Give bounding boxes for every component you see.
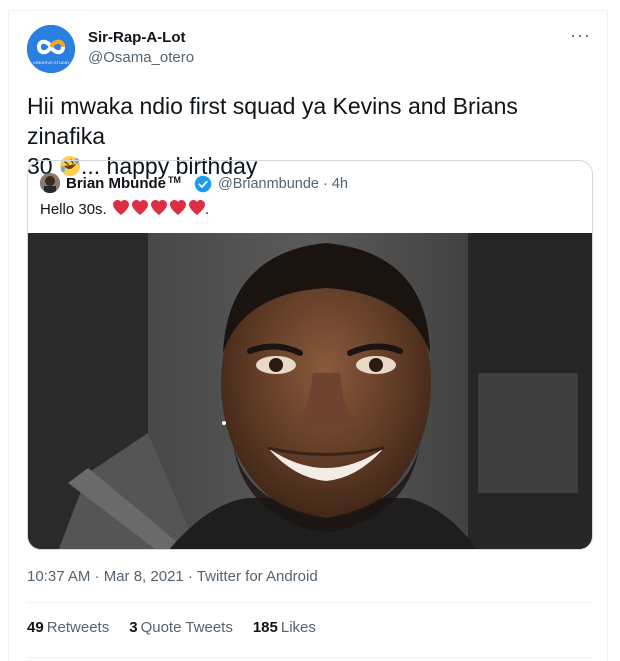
quoted-author-avatar[interactable] bbox=[40, 173, 60, 193]
tweet-card: CREATIVE STUDIO Sir-Rap-A-Lot @Osama_ote… bbox=[8, 10, 608, 661]
verified-badge-icon bbox=[194, 175, 212, 193]
likes-count: 185 bbox=[252, 619, 278, 636]
tweet-text-line1: Hii mwaka ndio first squad ya Kevins and… bbox=[27, 93, 518, 149]
retweets-stat[interactable]: 49 Retweets bbox=[27, 619, 109, 636]
author-handle[interactable]: @Osama_otero bbox=[88, 49, 194, 66]
quoted-author-name-text: Brian Mbunde bbox=[66, 175, 166, 192]
author-avatar[interactable]: CREATIVE STUDIO bbox=[27, 25, 75, 73]
tweet-stats: 49 Retweets 3 Quote Tweets 185 Likes bbox=[27, 619, 316, 636]
quoted-avatar-image bbox=[40, 173, 60, 193]
svg-text:CREATIVE STUDIO: CREATIVE STUDIO bbox=[33, 60, 69, 65]
quote-tweets-stat[interactable]: 3 Quote Tweets bbox=[129, 619, 233, 636]
quotes-label: Quote Tweets bbox=[140, 619, 233, 636]
divider bbox=[27, 657, 593, 658]
likes-label: Likes bbox=[280, 619, 316, 636]
quotes-count: 3 bbox=[129, 619, 138, 636]
more-options-icon[interactable]: ··· bbox=[570, 25, 591, 46]
quoted-text-suffix: . bbox=[204, 201, 210, 218]
quoted-tweet[interactable]: Brian Mbunde TM @Brianmbunde · 4h Hello 3… bbox=[27, 160, 593, 550]
infinity-logo-icon: CREATIVE STUDIO bbox=[27, 25, 75, 73]
red-hearts-emoji bbox=[112, 200, 205, 215]
selfie-photo[interactable] bbox=[28, 233, 593, 550]
divider bbox=[27, 602, 593, 603]
quoted-handle-time[interactable]: @Brianmbunde · 4h bbox=[218, 176, 348, 192]
quoted-author-name[interactable]: Brian Mbunde TM bbox=[66, 175, 181, 192]
author-display-name[interactable]: Sir-Rap-A-Lot bbox=[88, 29, 186, 46]
likes-stat[interactable]: 185 Likes bbox=[253, 619, 316, 636]
retweets-count: 49 bbox=[27, 619, 44, 636]
quoted-text: Hello 30s. . bbox=[40, 200, 209, 218]
tweet-timestamp[interactable]: 10:37 AM · Mar 8, 2021 · Twitter for And… bbox=[27, 568, 318, 585]
retweets-label: Retweets bbox=[46, 619, 110, 636]
quoted-text-body: Hello 30s. bbox=[40, 201, 107, 218]
trademark-mark: TM bbox=[168, 175, 181, 185]
